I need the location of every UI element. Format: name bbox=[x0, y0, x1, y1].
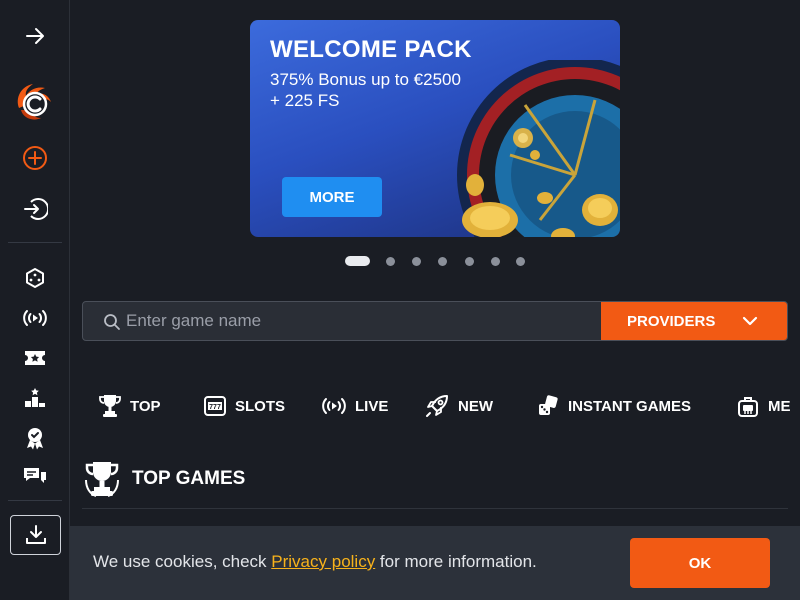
chevron-down-icon bbox=[742, 316, 758, 326]
podium-icon[interactable] bbox=[20, 383, 50, 413]
login-icon[interactable] bbox=[20, 194, 50, 224]
robot-icon bbox=[738, 397, 758, 417]
roulette-wheel-image bbox=[457, 60, 620, 237]
svg-text:777: 777 bbox=[209, 404, 221, 411]
tab-live[interactable]: LIVE bbox=[321, 392, 388, 420]
carousel-dot[interactable] bbox=[386, 256, 395, 266]
sidebar-divider bbox=[8, 500, 62, 501]
carousel-dot[interactable] bbox=[465, 256, 474, 266]
plus-circle-icon[interactable] bbox=[20, 143, 50, 173]
tab-slots[interactable]: 777 SLOTS bbox=[203, 392, 285, 420]
cookie-ok-button[interactable]: OK bbox=[630, 538, 770, 588]
promo-banner[interactable]: WELCOME PACK 375% Bonus up to €2500 + 22… bbox=[250, 20, 620, 237]
tab-new[interactable]: NEW bbox=[424, 392, 493, 420]
tab-label: ME bbox=[768, 397, 791, 415]
award-icon[interactable] bbox=[20, 423, 50, 453]
carousel-dot[interactable] bbox=[412, 256, 421, 266]
cookie-text-after: for more information. bbox=[375, 552, 537, 571]
game-search-bar: PROVIDERS bbox=[82, 301, 788, 341]
live-icon[interactable] bbox=[20, 303, 50, 333]
tab-label: SLOTS bbox=[235, 397, 286, 415]
download-icon bbox=[25, 525, 46, 544]
download-button[interactable] bbox=[10, 515, 61, 555]
tab-top[interactable]: TOP bbox=[98, 392, 161, 420]
trophy-icon bbox=[99, 395, 121, 417]
sidebar-divider bbox=[8, 242, 62, 243]
chat-icon[interactable] bbox=[20, 463, 50, 493]
rocket-icon bbox=[426, 395, 448, 417]
providers-dropdown[interactable]: PROVIDERS bbox=[601, 302, 787, 340]
tab-label: NEW bbox=[458, 397, 493, 415]
dice-icon[interactable] bbox=[20, 263, 50, 293]
carousel-dot[interactable] bbox=[516, 256, 525, 266]
arrow-right-icon[interactable] bbox=[20, 21, 50, 51]
search-input[interactable] bbox=[126, 302, 596, 340]
carousel-dot[interactable] bbox=[491, 256, 500, 266]
category-tabs: TOP 777 SLOTS LIVE NEW INSTANT GAMES ME bbox=[98, 392, 800, 420]
privacy-policy-link[interactable]: Privacy policy bbox=[271, 552, 375, 571]
dice-icon bbox=[539, 395, 558, 415]
cookie-text: We use cookies, check Privacy policy for… bbox=[93, 552, 537, 572]
tab-label: INSTANT GAMES bbox=[568, 397, 692, 415]
slot-machine-icon: 777 bbox=[204, 396, 226, 416]
tab-instant-games[interactable]: INSTANT GAMES bbox=[536, 392, 691, 420]
providers-label: PROVIDERS bbox=[627, 312, 716, 330]
tab-more[interactable]: ME bbox=[736, 392, 791, 420]
carousel-dot-active[interactable] bbox=[345, 256, 370, 266]
carousel-dot[interactable] bbox=[438, 256, 447, 266]
banner-subtitle: 375% Bonus up to €2500 + 225 FS bbox=[270, 70, 461, 110]
logo[interactable] bbox=[11, 78, 57, 124]
tab-label: LIVE bbox=[355, 397, 389, 415]
cookie-text-before: We use cookies, check bbox=[93, 552, 272, 571]
live-icon bbox=[322, 398, 346, 414]
section-title-top-games: TOP GAMES bbox=[132, 468, 246, 489]
trophy-icon bbox=[85, 462, 119, 497]
section-divider bbox=[82, 508, 788, 509]
sidebar bbox=[0, 0, 70, 600]
banner-title: WELCOME PACK bbox=[270, 36, 472, 63]
cookie-banner: We use cookies, check Privacy policy for… bbox=[70, 526, 800, 600]
ticket-icon[interactable] bbox=[20, 343, 50, 373]
search-icon bbox=[104, 314, 120, 330]
more-button[interactable]: MORE bbox=[282, 177, 382, 217]
tab-label: TOP bbox=[130, 397, 161, 415]
